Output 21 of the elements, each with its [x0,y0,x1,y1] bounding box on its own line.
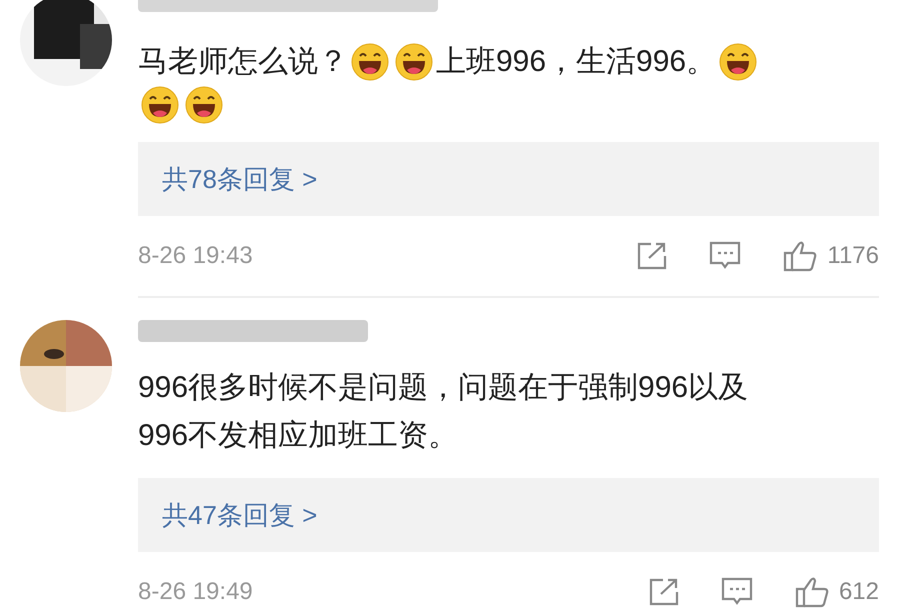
comment-icon[interactable] [709,241,742,271]
comment-text: 上班996，生活996。 [436,44,716,80]
replies-link[interactable]: 共47条回复 > [138,478,879,552]
thumbs-up-icon[interactable] [794,576,829,608]
like-count: 1176 [827,241,879,271]
comment-text: 996很多时候不是问题，问题在于强制996以及 [138,370,748,406]
laughing-emoji-icon [185,86,223,124]
comment-text: 996不发相应加班工资。 [138,418,458,454]
thumbs-up-icon[interactable] [783,240,818,272]
comment-text: 马老师怎么说？ [138,44,348,80]
replies-link[interactable]: 共78条回复 > [138,142,879,216]
like-count: 612 [838,577,879,607]
share-icon[interactable] [648,578,679,606]
comment-icon[interactable] [720,577,753,607]
comment-time: 8-26 19:43 [138,241,253,271]
laughing-emoji-icon [141,86,179,124]
laughing-emoji-icon [719,43,758,81]
laughing-emoji-icon [395,43,433,81]
share-icon[interactable] [637,242,668,270]
comment-time: 8-26 19:49 [138,577,253,607]
laughing-emoji-icon [351,43,389,81]
